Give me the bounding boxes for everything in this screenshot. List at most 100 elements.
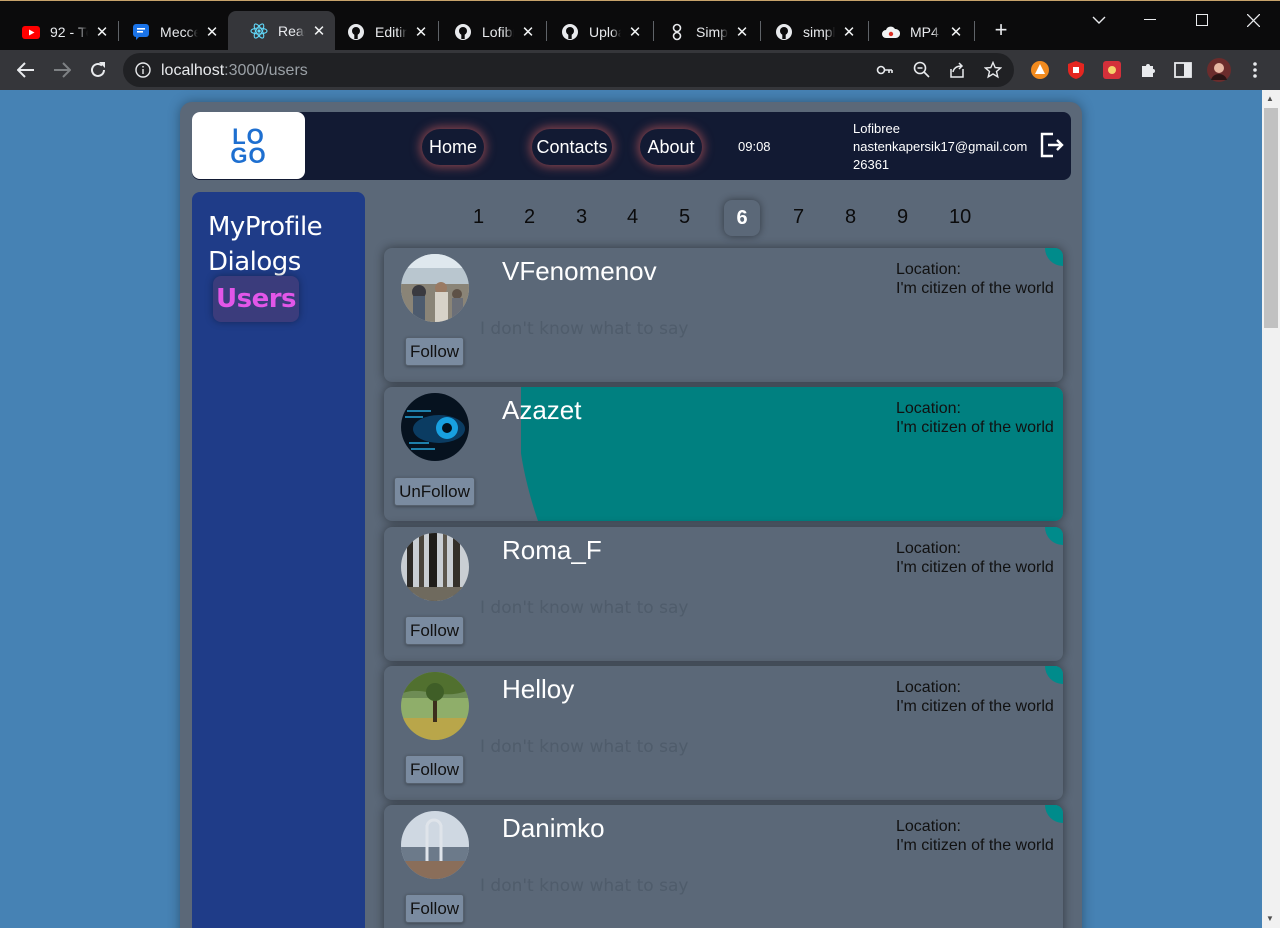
page-scrollbar[interactable]: ▲ ▼ [1262, 90, 1280, 928]
site-header: LO GO Home Contacts About 09:08 Lofibree… [192, 112, 1071, 180]
page-link[interactable]: 1 [473, 206, 484, 229]
browser-toolbar: localhost:3000/users [0, 50, 1280, 90]
extension-icon[interactable] [1028, 58, 1052, 82]
follow-button[interactable]: Follow [405, 616, 464, 645]
browser-tab[interactable]: Lofibree ✕ [432, 13, 544, 51]
key-icon[interactable] [876, 62, 894, 83]
close-icon[interactable]: ✕ [94, 24, 110, 41]
scroll-down-icon[interactable]: ▼ [1266, 914, 1274, 923]
github-icon [454, 23, 472, 41]
close-icon[interactable]: ✕ [948, 24, 964, 41]
browser-tab-active[interactable]: React App ✕ [228, 11, 335, 51]
page-link[interactable]: 10 [949, 206, 971, 229]
reload-button[interactable] [86, 58, 110, 82]
follow-button[interactable]: Follow [405, 894, 464, 923]
close-icon[interactable]: ✕ [520, 24, 536, 41]
page-link[interactable]: 3 [576, 206, 587, 229]
new-tab-button[interactable]: + [990, 17, 1012, 42]
close-icon[interactable]: ✕ [413, 24, 429, 41]
extension-icon[interactable] [1100, 58, 1124, 82]
url-host: localhost [161, 62, 225, 79]
user-email: nastenkapersik17@gmail.com [853, 139, 1028, 154]
zoom-out-icon[interactable] [913, 61, 931, 84]
minimize-button[interactable] [1139, 9, 1161, 31]
browser-tab[interactable]: Мессенджер ✕ [110, 13, 228, 51]
tab-title: MP4 to [910, 24, 942, 40]
react-icon [250, 22, 268, 40]
page-viewport: LO GO Home Contacts About 09:08 Lofibree… [0, 90, 1262, 928]
location-label: Location: [896, 540, 961, 557]
user-login: Lofibree [853, 121, 900, 136]
forward-button[interactable] [50, 58, 74, 82]
close-icon[interactable]: ✕ [204, 24, 220, 41]
back-button[interactable] [14, 58, 38, 82]
profile-avatar[interactable] [1207, 58, 1231, 82]
github-icon [561, 23, 579, 41]
url-path: :3000/users [224, 62, 308, 79]
close-icon[interactable]: ✕ [627, 24, 643, 41]
tab-title: React App [278, 23, 305, 39]
side-panel-icon[interactable] [1171, 58, 1195, 82]
user-card: Azazet Location: I'm citizen of the worl… [384, 387, 1063, 521]
page-link[interactable]: 7 [793, 206, 804, 229]
maximize-button[interactable] [1191, 9, 1213, 31]
browser-tab[interactable]: Editing ✕ [325, 13, 437, 51]
nav-home[interactable]: Home [422, 129, 484, 165]
adblock-icon[interactable] [1064, 58, 1088, 82]
page-link-current[interactable]: 6 [724, 200, 760, 236]
messenger-icon [132, 23, 150, 41]
page-link[interactable]: 4 [627, 206, 638, 229]
sidebar-item-myprofile[interactable]: MyProfile [208, 212, 323, 242]
user-avatar [401, 393, 469, 461]
page-link[interactable]: 2 [524, 206, 535, 229]
page-link[interactable]: 9 [897, 206, 908, 229]
location-label: Location: [896, 679, 961, 696]
user-avatar [401, 533, 469, 601]
user-info: Lofibree nastenkapersik17@gmail.com 2636… [853, 120, 1027, 174]
youtube-icon [22, 23, 40, 41]
page-link[interactable]: 8 [845, 206, 856, 229]
tab-title: simple [803, 24, 835, 40]
user-avatar [401, 254, 469, 322]
user-status: I don't know what to say [480, 737, 689, 757]
sidebar-item-dialogs[interactable]: Dialogs [208, 247, 301, 277]
browser-tab[interactable]: simple ✕ [753, 13, 865, 51]
close-icon[interactable]: ✕ [734, 24, 750, 41]
address-bar[interactable]: localhost:3000/users [123, 53, 1014, 87]
info-icon[interactable] [135, 62, 151, 83]
tab-title: Editing [375, 24, 407, 40]
page-link[interactable]: 5 [679, 206, 690, 229]
clock: 09:08 [738, 139, 771, 154]
location-value: I'm citizen of the world [896, 698, 1054, 715]
scroll-up-icon[interactable]: ▲ [1266, 94, 1274, 103]
user-status: I don't know what to say [480, 876, 689, 896]
extensions-puzzle-icon[interactable] [1136, 58, 1160, 82]
share-icon[interactable] [948, 61, 966, 84]
browser-tab[interactable]: Upload ✕ [539, 13, 651, 51]
logo[interactable]: LO GO [192, 112, 305, 179]
user-name: Helloy [502, 674, 575, 704]
cloud-convert-icon [882, 23, 900, 41]
github-icon [347, 23, 365, 41]
unfollow-button[interactable]: UnFollow [394, 477, 475, 506]
close-window-button[interactable] [1242, 9, 1264, 31]
browser-tab[interactable]: SimpleSwap ✕ [646, 13, 758, 51]
follow-button[interactable]: Follow [405, 337, 464, 366]
user-location: Location: I'm citizen of the world [896, 539, 1054, 577]
location-label: Location: [896, 818, 961, 835]
close-icon[interactable]: ✕ [841, 24, 857, 41]
scrollbar-thumb[interactable] [1264, 108, 1278, 328]
nav-contacts[interactable]: Contacts [532, 129, 612, 165]
tab-title: Lofibree [482, 24, 514, 40]
bookmark-star-icon[interactable] [983, 60, 1003, 84]
follow-button[interactable]: Follow [405, 755, 464, 784]
browser-tab[interactable]: MP4 to ✕ [860, 13, 972, 51]
user-card: Helloy Location: I'm citizen of the worl… [384, 666, 1063, 800]
tab-title: SimpleSwap [696, 24, 728, 40]
tab-search-icon[interactable] [1088, 9, 1110, 31]
nav-about[interactable]: About [640, 129, 702, 165]
sidebar-item-users[interactable]: Users [213, 276, 299, 322]
browser-tab[interactable]: 92 - Те ✕ [0, 13, 118, 51]
menu-kebab-icon[interactable] [1243, 58, 1267, 82]
logout-icon[interactable] [1040, 132, 1064, 158]
